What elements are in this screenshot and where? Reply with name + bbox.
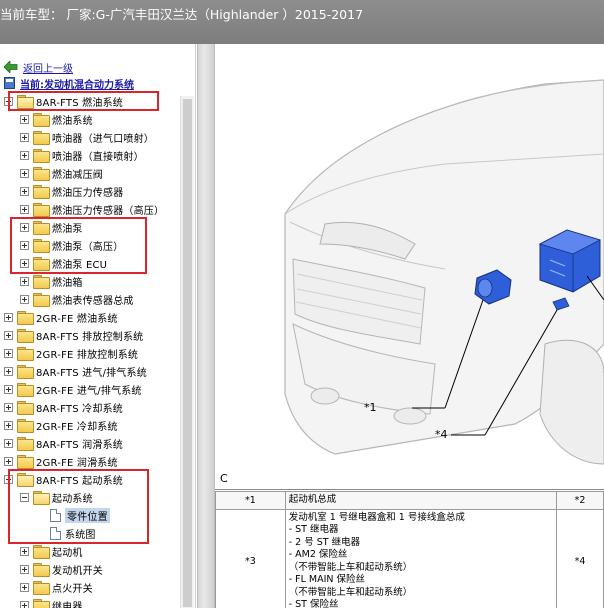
folder-icon: [33, 581, 50, 595]
tree-item[interactable]: 燃油箱: [20, 272, 83, 290]
tree-item[interactable]: 2GR-FE 冷却系统: [4, 416, 118, 434]
expand-icon[interactable]: [4, 438, 13, 448]
expand-icon[interactable]: [4, 384, 13, 394]
folder-icon: [33, 599, 50, 608]
folder-icon: [17, 311, 34, 325]
expand-icon[interactable]: [20, 276, 29, 286]
expand-icon[interactable]: [20, 294, 29, 304]
folder-icon: [33, 167, 50, 181]
tree-item[interactable]: 发动机开关: [20, 560, 103, 578]
folder-icon: [17, 347, 34, 361]
folder-icon: [33, 185, 50, 199]
tree-item[interactable]: 8AR-FTS 排放控制系统: [4, 326, 143, 344]
tree-item[interactable]: 燃油系统: [20, 110, 93, 128]
expand-icon[interactable]: [20, 114, 29, 124]
highlight-box: [8, 469, 149, 544]
expand-icon[interactable]: [20, 168, 29, 178]
parts-table: *1 起动机总成 *2 *3 发动机室 1 号继电器盒和 1 号接线盒总成 - …: [215, 491, 604, 608]
current-location: 当前:发动机混合动力系统: [4, 76, 134, 91]
callout-label: *4: [435, 428, 448, 441]
expand-icon[interactable]: [20, 564, 29, 574]
tree-item[interactable]: 点火开关: [20, 578, 93, 596]
expand-icon[interactable]: [20, 600, 29, 608]
book-icon: [4, 77, 15, 89]
tree-item[interactable]: 喷油器（直接喷射）: [20, 146, 144, 164]
back-link[interactable]: 返回上一级: [4, 60, 73, 75]
folder-icon: [33, 293, 50, 307]
part-id-cell: *3: [215, 508, 286, 608]
tree-item[interactable]: 继电器: [20, 596, 83, 608]
table-row: *3 发动机室 1 号继电器盒和 1 号接线盒总成 - ST 继电器 - 2 号…: [215, 508, 604, 608]
folder-icon: [17, 401, 34, 415]
folder-icon: [33, 203, 50, 217]
expand-icon[interactable]: [4, 366, 13, 376]
expand-icon[interactable]: [20, 204, 29, 214]
folder-icon: [33, 149, 50, 163]
folder-icon: [33, 131, 50, 145]
tree-item[interactable]: 8AR-FTS 润滑系统: [4, 434, 123, 452]
title-bar: 当前车型： 厂家:G-广汽丰田汉兰达（Highlander ）2015-2017: [0, 0, 604, 44]
highlight-box: [10, 217, 147, 274]
table-row: *1 起动机总成 *2: [215, 491, 604, 510]
navigation-pane: 返回上一级 当前:发动机混合动力系统 8AR-FTS 燃油系统 燃油系统 喷油器…: [0, 44, 196, 608]
pane-splitter[interactable]: [197, 44, 215, 608]
folder-icon: [17, 437, 34, 451]
expand-icon[interactable]: [4, 330, 13, 340]
scrollbar-thumb[interactable]: [183, 99, 192, 607]
tree-item[interactable]: 8AR-FTS 进气/排气系统: [4, 362, 147, 380]
folder-icon: [33, 545, 50, 559]
folder-icon: [17, 365, 34, 379]
tree-item[interactable]: 2GR-FE 进气/排气系统: [4, 380, 142, 398]
part-id-cell: *2: [556, 491, 604, 510]
expand-icon[interactable]: [4, 402, 13, 412]
tree-scrollbar[interactable]: [180, 96, 194, 608]
parts-illustration: *1 *4 C: [215, 44, 604, 488]
expand-icon[interactable]: [4, 456, 13, 466]
tree-item[interactable]: 2GR-FE 排放控制系统: [4, 344, 138, 362]
folder-icon: [17, 419, 34, 433]
expand-icon[interactable]: [4, 348, 13, 358]
tree-item[interactable]: 2GR-FE 润滑系统: [4, 452, 118, 470]
expand-icon[interactable]: [20, 150, 29, 160]
callout-label: *1: [364, 401, 377, 414]
tree-item[interactable]: 燃油压力传感器（高压）: [20, 200, 164, 218]
current-location-label: 当前:发动机混合动力系统: [20, 79, 134, 91]
folder-icon: [17, 455, 34, 469]
vehicle-drawing: [284, 79, 604, 465]
tree-item[interactable]: 2GR-FE 燃油系统: [4, 308, 118, 326]
content-pane: *1 *4 C *1 起动机总成 *2 *3 发动机室 1 号继电器盒和 1 号…: [215, 44, 604, 608]
folder-icon: [17, 329, 34, 343]
expand-icon[interactable]: [4, 312, 13, 322]
part-id-cell: *4: [556, 508, 604, 608]
tree-item[interactable]: 燃油减压阀: [20, 164, 103, 182]
expand-icon[interactable]: [4, 420, 13, 430]
folder-icon: [33, 113, 50, 127]
folder-icon: [17, 383, 34, 397]
window-title: 当前车型： 厂家:G-广汽丰田汉兰达（Highlander ）2015-2017: [0, 7, 364, 22]
folder-icon: [33, 275, 50, 289]
figure-label: C: [220, 472, 228, 485]
back-link-label[interactable]: 返回上一级: [23, 60, 73, 75]
back-arrow-icon: [4, 61, 18, 73]
tree-item[interactable]: 喷油器（进气口喷射）: [20, 128, 154, 146]
part-desc-cell: 发动机室 1 号继电器盒和 1 号接线盒总成 - ST 继电器 - 2 号 ST…: [284, 508, 558, 608]
expand-icon[interactable]: [20, 546, 29, 556]
tree-item[interactable]: 燃油表传感器总成: [20, 290, 134, 308]
expand-icon[interactable]: [20, 132, 29, 142]
tree-item[interactable]: 起动机: [20, 542, 83, 560]
tree-item[interactable]: 8AR-FTS 冷却系统: [4, 398, 123, 416]
highlight-box: [8, 91, 159, 111]
figure-separator: [215, 489, 604, 490]
folder-icon: [33, 563, 50, 577]
tree-item[interactable]: 燃油压力传感器: [20, 182, 123, 200]
expand-icon[interactable]: [20, 582, 29, 592]
expand-icon[interactable]: [20, 186, 29, 196]
part-id-cell: *1: [215, 491, 286, 510]
part-desc-cell: 起动机总成: [284, 491, 558, 510]
